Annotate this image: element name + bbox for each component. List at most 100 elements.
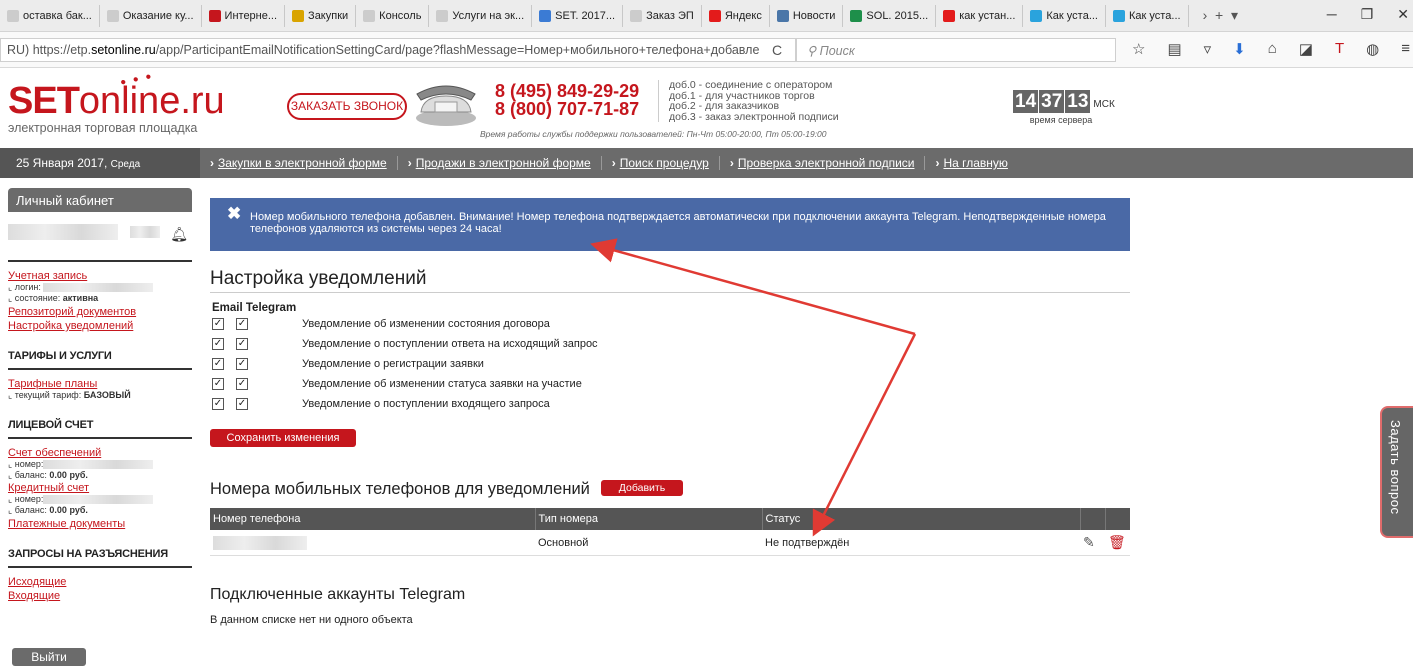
browser-tab-label: SOL. 2015... (866, 9, 929, 22)
col-telegram: Telegram (245, 302, 297, 314)
reload-icon[interactable]: C (772, 42, 782, 58)
email-checkbox[interactable]: ✓ (212, 378, 224, 390)
sidebar-item-credit[interactable]: Кредитный счет (8, 482, 192, 494)
browser-tab[interactable]: Как устa... (1023, 4, 1106, 27)
flash-message: ✖ Номер мобильного телефона добавлен. Вн… (210, 198, 1130, 251)
close-icon[interactable]: ✕ (1397, 6, 1409, 23)
add-phone-button[interactable]: Добавить (601, 480, 683, 496)
login-info: ⌞ логин: (8, 282, 192, 293)
email-checkbox[interactable]: ✓ (212, 338, 224, 350)
browser-tab[interactable]: как устан... (936, 4, 1024, 27)
empty-list-text: В данном списке нет ни одного объекта (210, 614, 413, 626)
email-checkbox[interactable]: ✓ (212, 318, 224, 330)
menu-icon[interactable]: ≡ (1401, 40, 1410, 58)
save-button[interactable]: Сохранить изменения (210, 429, 356, 447)
credit-number: ⌞ номер: (8, 494, 192, 505)
download-icon[interactable]: ⬇ (1233, 40, 1246, 58)
col-phone[interactable]: Номер телефона (210, 508, 536, 530)
weekday-text: Среда (110, 159, 141, 170)
more-tabs-icon[interactable]: › + ▾ (1203, 7, 1238, 24)
deposit-balance: ⌞ баланс: 0.00 руб. (8, 470, 192, 481)
browser-tab-label: Услуги на эк... (452, 9, 525, 22)
close-icon[interactable]: ✖ (227, 205, 241, 222)
telegram-icon (1030, 9, 1043, 22)
browser-tab[interactable]: SOL. 2015... (843, 4, 937, 27)
browser-tab[interactable]: оставка бак... (0, 4, 100, 27)
main-nav: 25 Января 2017, Среда Закупки в электрон… (0, 148, 1413, 178)
phone-cell (210, 530, 535, 556)
col-type[interactable]: Тип номера (535, 508, 763, 530)
telegram-checkbox[interactable]: ✓ (236, 378, 248, 390)
browser-tab[interactable]: Оказание ку... (100, 4, 202, 27)
phone-redacted (213, 535, 307, 550)
browser-tab-label: Интерне... (224, 9, 278, 22)
telegram-checkbox[interactable]: ✓ (236, 398, 248, 410)
notification-label: Уведомление о поступлении ответа на исхо… (302, 338, 598, 350)
call-back-button[interactable]: ЗАКАЗАТЬ ЗВОНОК (287, 93, 407, 120)
pocket-icon[interactable]: ▿ (1204, 40, 1212, 58)
sheet-icon (850, 9, 863, 22)
deposit-number: ⌞ номер: (8, 459, 192, 470)
address-bar[interactable]: RU) https://etp.setonline.ru/app/Partici… (0, 38, 796, 62)
vpn-icon[interactable]: ◍ (1366, 40, 1379, 58)
bookmark-star-icon[interactable]: ☆ (1132, 40, 1145, 58)
date-text: 25 Января 2017, (16, 156, 108, 170)
edit-icon[interactable]: ✎ (1080, 530, 1105, 556)
sidebar-item-payments[interactable]: Платежные документы (8, 518, 192, 530)
browser-tab[interactable]: Заказ ЭП (623, 4, 702, 27)
browser-tab-label: Заказ ЭП (646, 9, 694, 22)
search-input[interactable]: ⚲ Поиск (796, 38, 1116, 62)
sidebar-item-account[interactable]: Учетная запись (8, 270, 192, 282)
nav-link-signature-check[interactable]: Проверка электронной подписи (726, 156, 926, 170)
nav-link-home[interactable]: На главную (931, 156, 1017, 170)
nav-link-search[interactable]: Поиск процедур (608, 156, 720, 170)
phone-number-2[interactable]: 8 (800) 707-71-87 (495, 100, 639, 118)
browser-tab[interactable]: Новости (770, 4, 844, 27)
home-icon[interactable]: ⌂ (1268, 40, 1277, 58)
browser-tab[interactable]: SET. 2017... (532, 4, 624, 27)
ask-question-tab[interactable]: Задать вопрос (1380, 406, 1413, 538)
telegram-checkbox[interactable]: ✓ (236, 318, 248, 330)
restore-icon[interactable]: ❐ (1361, 6, 1374, 23)
browser-tab[interactable]: Яндекс (702, 4, 770, 27)
addon-icon[interactable]: ◪ (1299, 40, 1313, 58)
nav-link-sales[interactable]: Продажи в электронной форме (404, 156, 602, 170)
translate-icon[interactable]: T (1335, 40, 1344, 58)
sidebar-item-outgoing[interactable]: Исходящие (8, 576, 192, 588)
browser-navigation-bar: RU) https://etp.setonline.ru/app/Partici… (0, 32, 1413, 68)
browser-tab[interactable]: Услуги на эк... (429, 4, 533, 27)
page-title: Настройка уведомлений (210, 268, 427, 289)
sidebar-item-incoming[interactable]: Входящие (8, 590, 192, 602)
state-value: активна (62, 293, 99, 303)
sidebar-item-repository[interactable]: Репозиторий документов (8, 306, 192, 318)
url-prefix: RU) https://etp. (7, 43, 92, 57)
nav-link-purchases[interactable]: Закупки в электронной форме (206, 156, 398, 170)
nav-links: Закупки в электронной форме Продажи в эл… (206, 156, 1024, 170)
minimize-icon[interactable]: ─ (1327, 6, 1337, 23)
bell-icon[interactable]: 🔔︎ (170, 226, 188, 243)
telegram-checkbox[interactable]: ✓ (236, 358, 248, 370)
sidebar-item-notifications[interactable]: Настройка уведомлений (8, 320, 192, 332)
col-status[interactable]: Статус (762, 508, 1081, 530)
browser-tab[interactable]: Интерне... (202, 4, 286, 27)
sidebar-item-plans[interactable]: Тарифные планы (8, 378, 192, 390)
balance-value: 0.00 руб. (49, 470, 88, 480)
browser-tab-label: Оказание ку... (122, 9, 194, 22)
email-checkbox[interactable]: ✓ (212, 358, 224, 370)
delete-icon[interactable]: 🗑︎ (1105, 530, 1130, 556)
logo-set: SET (8, 80, 80, 122)
logout-button[interactable]: Выйти (12, 648, 86, 666)
browser-tab[interactable]: Закупки (285, 4, 357, 27)
email-checkbox[interactable]: ✓ (212, 398, 224, 410)
browser-tab[interactable]: Консоль (356, 4, 430, 27)
browser-tab[interactable]: Как устa... (1106, 4, 1189, 27)
extension-3: доб.3 - заказ электронной подписи (669, 110, 839, 123)
ask-question-label: Задать вопрос (1388, 420, 1403, 515)
username-redacted (8, 224, 118, 240)
bookmarks-icon[interactable]: ▤ (1167, 40, 1181, 58)
telegram-checkbox[interactable]: ✓ (236, 338, 248, 350)
login-label: ⌞ логин: (8, 282, 41, 292)
phone-number-1[interactable]: 8 (495) 849-29-29 (495, 82, 639, 100)
sidebar-item-deposit[interactable]: Счет обеспечений (8, 447, 192, 459)
site-logo[interactable]: ● ● ● SETonline.ru электронная торговая … (8, 71, 225, 135)
